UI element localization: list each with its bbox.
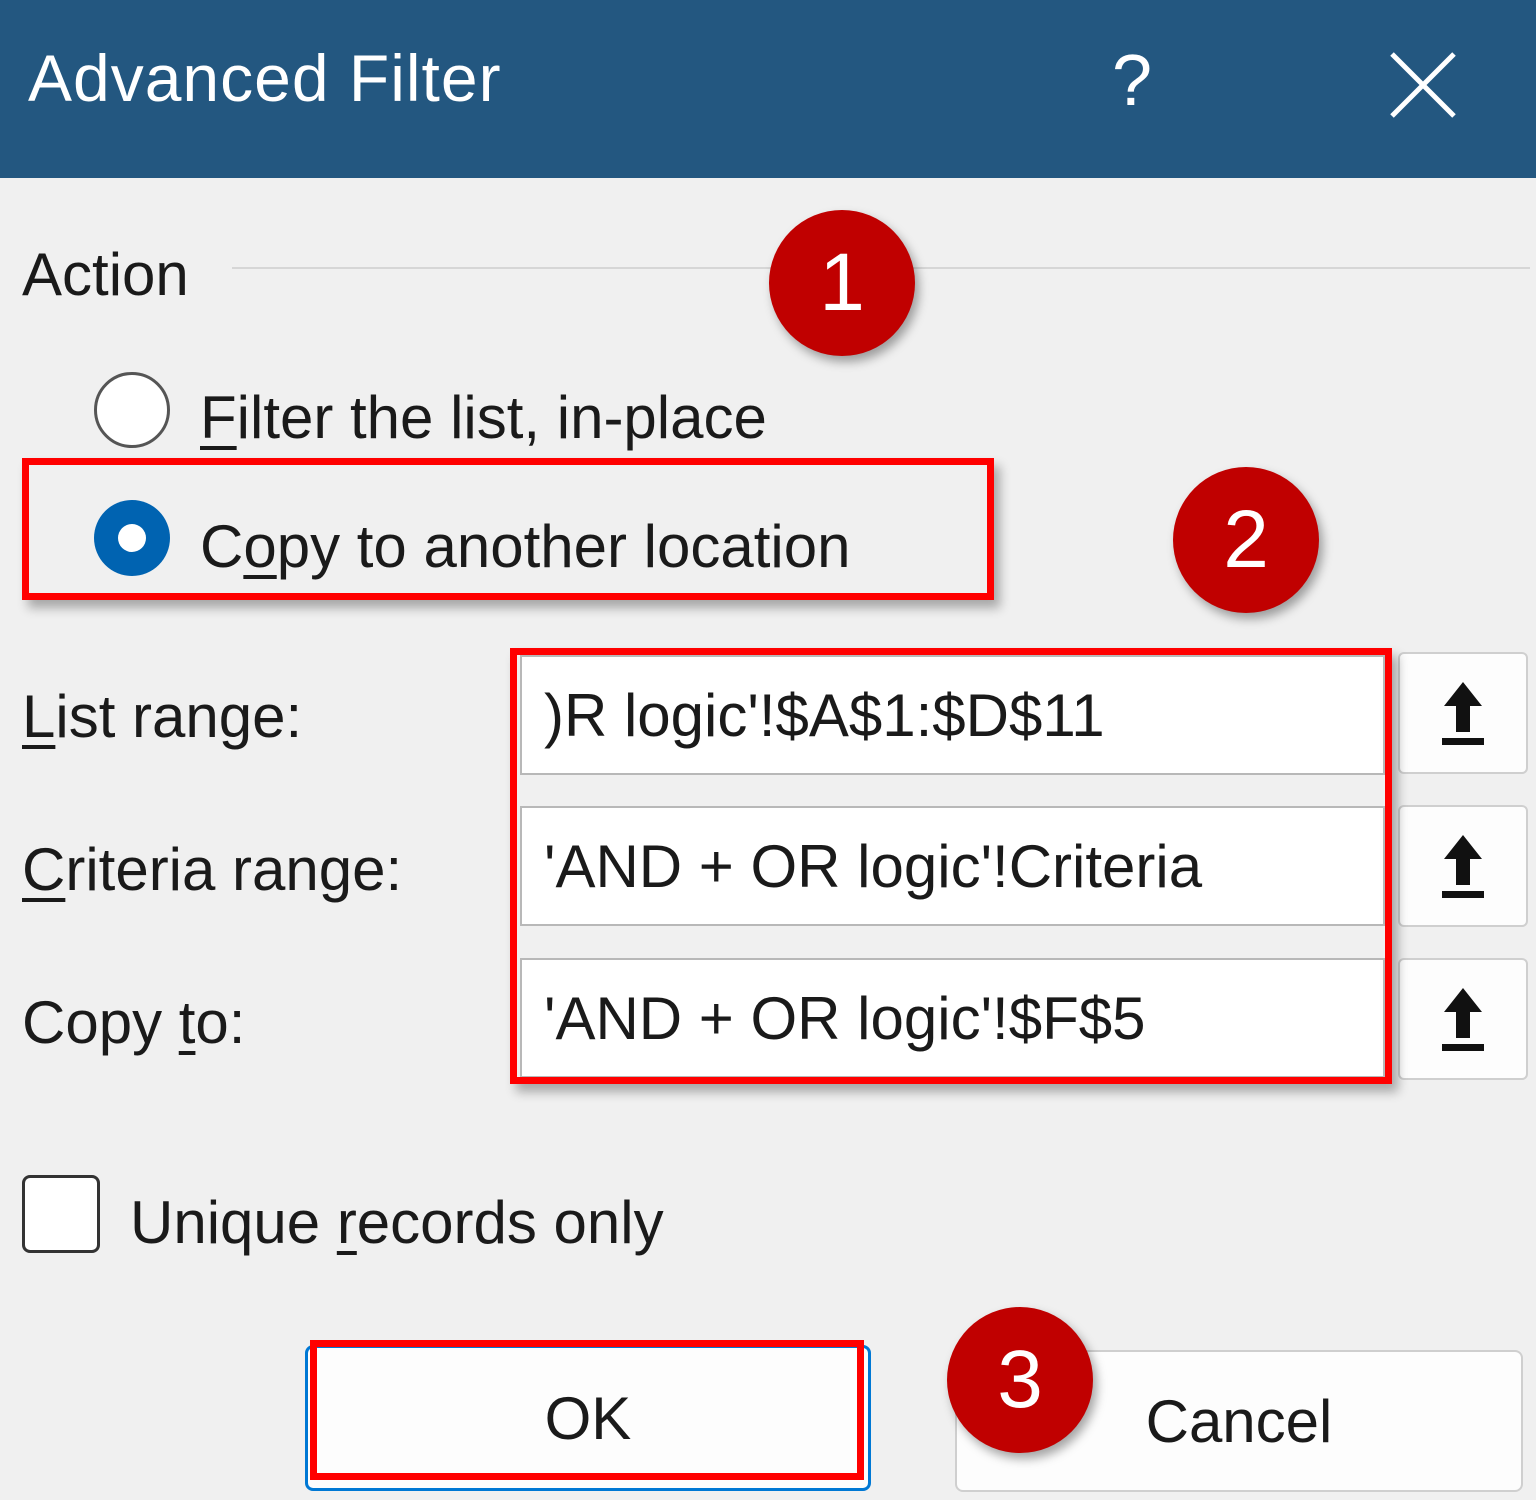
upload-arrow-icon (1442, 682, 1484, 745)
step-badge-2: 2 (1173, 467, 1319, 613)
cancel-label: Cancel (1145, 1387, 1333, 1455)
list-range-collapse-button[interactable] (1398, 652, 1528, 774)
radio-label-copy-to-location[interactable]: Copy to another location (200, 512, 850, 581)
radio-filter-in-place[interactable] (94, 372, 170, 448)
list-range-label: List range: (22, 683, 303, 750)
criteria-range-label: Criteria range: (22, 836, 403, 903)
help-button[interactable]: ? (1112, 40, 1152, 122)
highlight-box-ranges (510, 648, 1392, 1084)
upload-arrow-icon (1442, 988, 1484, 1051)
upload-arrow-icon (1442, 835, 1484, 898)
access-key: F (200, 384, 237, 451)
criteria-range-collapse-button[interactable] (1398, 805, 1528, 927)
radio-copy-to-location[interactable] (94, 500, 170, 576)
close-icon[interactable] (1388, 50, 1458, 120)
copy-to-label: Copy to: (22, 989, 246, 1056)
dialog-title: Advanced Filter (28, 41, 502, 115)
access-key: o (243, 513, 277, 580)
radio-label-filter-in-place[interactable]: Filter the list, in-place (200, 383, 767, 452)
label-text: ilter the list, in-place (236, 384, 767, 451)
unique-records-label[interactable]: Unique records only (130, 1188, 664, 1257)
label-text: py to another location (276, 513, 851, 580)
copy-to-collapse-button[interactable] (1398, 958, 1528, 1080)
action-group-label: Action (22, 241, 189, 308)
unique-records-checkbox[interactable] (22, 1175, 100, 1253)
highlight-box-ok (310, 1340, 864, 1480)
step-badge-1: 1 (769, 210, 915, 356)
step-badge-3: 3 (947, 1307, 1093, 1453)
label-text: C (200, 513, 244, 580)
